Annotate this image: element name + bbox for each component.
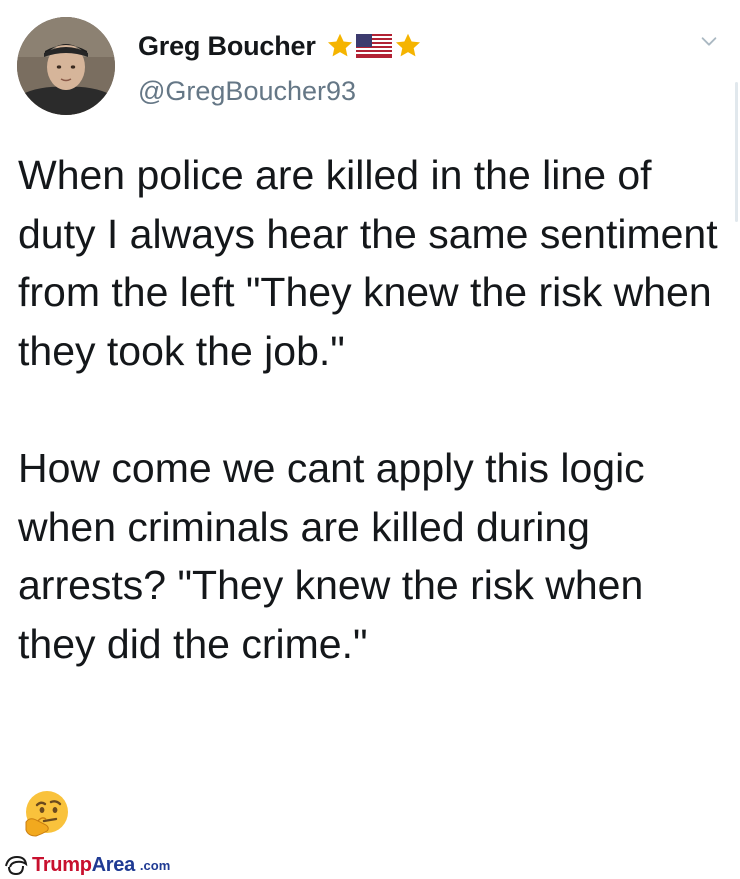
star-icon [395,33,420,57]
watermark-suffix: .com [139,857,171,873]
watermark-brand-part1: Trump [32,853,92,876]
trump-hair-logo-icon [5,855,28,876]
us-flag-icon [355,34,392,58]
user-handle[interactable]: @GregBoucher93 [138,76,356,107]
thinking-face-icon [25,791,68,837]
chevron-down-icon[interactable] [698,30,720,52]
name-badges [326,32,422,60]
watermark-brand-part2: Area [91,853,136,876]
avatar[interactable] [17,17,115,115]
star-icon [327,33,352,57]
watermark: TrumpArea .com [4,852,170,878]
avatar-image [17,17,115,115]
display-name[interactable]: Greg Boucher [138,31,316,62]
tweet-paragraph-2: How come we cant apply this logic when c… [18,444,645,667]
user-name-row: Greg Boucher [138,26,422,66]
scrollbar[interactable] [735,82,738,222]
watermark-brand: TrumpArea [32,854,135,877]
tweet-text: When police are killed in the line of du… [18,146,718,673]
tweet-paragraph-1: When police are killed in the line of du… [18,152,718,374]
tweet-card: Greg Boucher @GregBoucher93 When police … [0,0,740,879]
